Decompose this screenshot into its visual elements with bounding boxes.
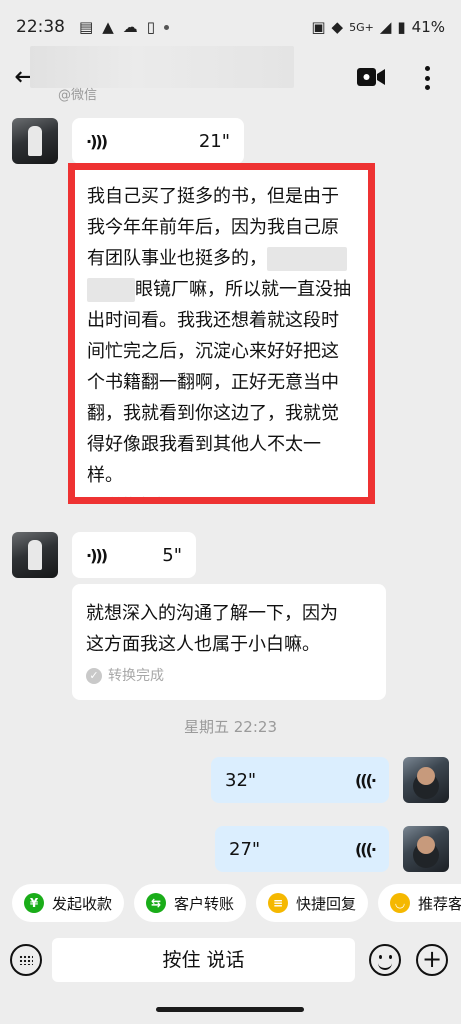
- transcript-status: ✓ 转换完成: [87, 495, 358, 504]
- voice-duration: 5": [162, 544, 182, 566]
- contact-avatar[interactable]: [12, 118, 58, 164]
- customer-transfer-button[interactable]: ⇆ 客户转账: [134, 884, 247, 922]
- transcript-line: 得好像跟我看到其他人不太一: [87, 434, 321, 455]
- transcript-line: 个书籍翻一翻啊，正好无意当中: [87, 372, 339, 393]
- transcript-line: 出时间看。我我还想着就这段时: [87, 310, 339, 331]
- transcript-line: 样。: [87, 465, 123, 486]
- voice-wave-icon: (((·: [354, 770, 377, 790]
- transcript-line: 这方面我这人也属于小白嘛。: [86, 634, 320, 655]
- transcript-line: 间忙完之后，沉淀心来好好把这: [87, 341, 339, 362]
- yuan-icon: ¥: [24, 893, 44, 913]
- wechat-icon: ☁: [122, 18, 138, 36]
- voice-wave-icon: ·))): [86, 131, 108, 151]
- quick-action-bar: ¥ 发起收款 ⇆ 客户转账 ≡ 快捷回复 ◡ 推荐客服: [0, 872, 461, 934]
- quick-reply-button[interactable]: ≡ 快捷回复: [256, 884, 369, 922]
- transcript-line: 眼镜厂嘛，所以就一直没抽: [135, 279, 351, 300]
- voice-wave-icon: ·))): [86, 545, 108, 565]
- my-avatar[interactable]: [403, 826, 449, 872]
- voice-duration: 32": [225, 769, 257, 791]
- chat-timestamp: 星期五 22:23: [184, 718, 277, 736]
- voice-transcript[interactable]: 就想深入的沟通了解一下，因为 这方面我这人也属于小白嘛。 ✓ 转换完成: [72, 584, 386, 700]
- dot-icon: [164, 24, 169, 30]
- check-icon: ✓: [87, 497, 103, 504]
- chip-label: 发起收款: [52, 894, 113, 913]
- voice-wave-icon: (((·: [354, 839, 377, 859]
- nfc-icon: ▣: [311, 18, 326, 36]
- voice-message-sent[interactable]: 32" (((·: [211, 757, 389, 803]
- transcript-status: ✓ 转换完成: [86, 666, 372, 686]
- transcript-line: 我自己买了挺多的书，但是由于: [87, 186, 339, 207]
- status-right-icons: ▣ ◆ 5G+ ◢ ▮ 41%: [311, 18, 445, 36]
- hold-to-talk-button[interactable]: 按住 说话: [52, 938, 355, 982]
- transcript-status-label: 转换完成: [108, 668, 164, 684]
- news-icon: ▤: [79, 18, 94, 36]
- check-icon: ✓: [86, 668, 102, 684]
- voice-message[interactable]: ·))) 5": [72, 532, 196, 578]
- battery-percent: 41%: [411, 18, 445, 36]
- my-avatar[interactable]: [403, 757, 449, 803]
- status-left-icons: ▤ ▲ ☁ ▯: [79, 18, 169, 36]
- recommend-service-button[interactable]: ◡ 推荐客服: [378, 884, 461, 922]
- chip-label: 客户转账: [174, 894, 235, 913]
- voice-duration: 21": [198, 130, 230, 152]
- transfer-icon: ⇆: [146, 893, 167, 913]
- chip-label: 推荐客服: [418, 894, 461, 913]
- highlighted-transcript: 我自己买了挺多的书，但是由于 我今年年前年后，因为我自己原 有团队事业也挺多的，…: [68, 163, 375, 504]
- transcript-line-wrapper: 眼镜厂嘛，所以就一直没抽: [87, 274, 358, 305]
- gesture-nav-bar[interactable]: [156, 1007, 304, 1012]
- transcript-line: 翻，我就看到你这边了，我就觉: [87, 403, 339, 424]
- transcript-line: 我今年年前年后，因为我自己原: [87, 217, 339, 238]
- contact-name-redacted: [30, 46, 294, 88]
- emoji-icon[interactable]: [369, 944, 401, 976]
- wifi-icon: ◆: [331, 18, 344, 36]
- warning-icon: ▲: [102, 18, 114, 36]
- voice-duration: 27": [229, 838, 261, 860]
- contact-subtitle: @微信: [58, 88, 98, 103]
- quick-reply-icon: ≡: [268, 893, 289, 913]
- phone-sync-icon: ▯: [146, 18, 155, 36]
- keyboard-toggle-icon[interactable]: [10, 944, 42, 976]
- voice-message[interactable]: ·))) 21": [72, 118, 244, 164]
- signal-icon: ◢: [379, 18, 392, 36]
- contact-avatar[interactable]: [12, 532, 58, 578]
- transcript-line-wrapper: 有团队事业也挺多的，: [87, 243, 358, 274]
- redacted-text: [267, 247, 347, 271]
- transcript-status-label: 转换完成: [109, 495, 165, 497]
- collect-payment-button[interactable]: ¥ 发起收款: [12, 884, 125, 922]
- network-label: 5G+: [349, 20, 374, 34]
- chat-header: ← @微信: [0, 46, 461, 106]
- transcript-line: 有团队事业也挺多的，: [87, 248, 267, 269]
- recommend-icon: ◡: [390, 893, 411, 913]
- transcript-line: 就想深入的沟通了解一下，因为: [86, 603, 338, 624]
- redacted-text: [87, 278, 135, 302]
- battery-icon: ▮: [397, 18, 406, 36]
- more-icon[interactable]: [420, 64, 434, 92]
- voice-message-sent[interactable]: 27" (((·: [215, 826, 389, 872]
- video-call-icon[interactable]: [356, 66, 386, 88]
- chip-label: 快捷回复: [296, 894, 357, 913]
- status-time: 22:38: [16, 17, 65, 37]
- input-bar: 按住 说话 +: [0, 934, 461, 992]
- plus-icon[interactable]: +: [416, 944, 448, 976]
